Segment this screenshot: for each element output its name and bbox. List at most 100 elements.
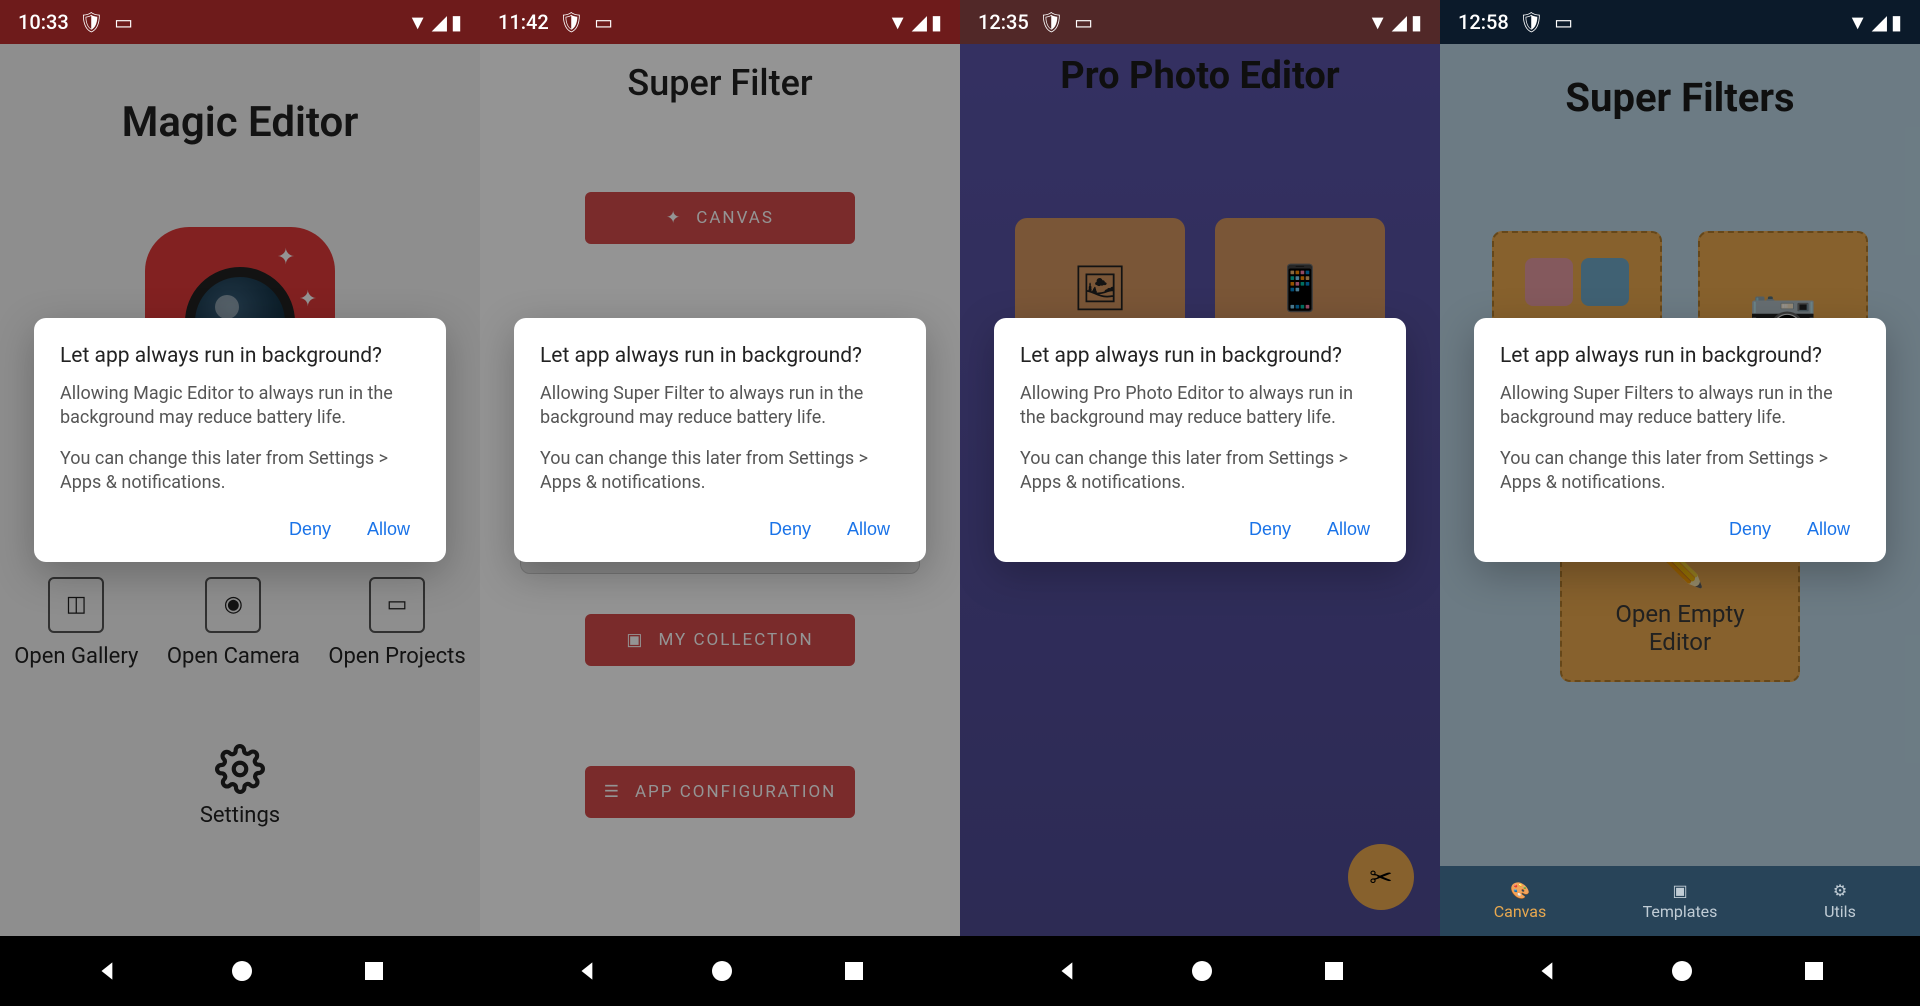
back-icon[interactable] xyxy=(1055,958,1081,984)
dialog-title: Let app always run in background? xyxy=(1500,344,1860,368)
item-label: Open Projects xyxy=(328,643,465,671)
button-label: APP CONFIGURATION xyxy=(635,782,836,802)
allow-button[interactable]: Allow xyxy=(843,511,894,548)
app-title: Super Filter xyxy=(480,62,960,104)
open-gallery-button[interactable]: ◫ Open Gallery xyxy=(14,577,138,671)
battery-icon: ▮ xyxy=(931,10,942,34)
signal-icon: ◢ xyxy=(1872,10,1887,34)
gallery-icon: ◫ xyxy=(48,577,104,633)
allow-button[interactable]: Allow xyxy=(363,511,414,548)
dialog-title: Let app always run in background? xyxy=(60,344,420,368)
home-icon[interactable] xyxy=(710,959,734,983)
nav-utils[interactable]: ⚙ Utils xyxy=(1760,866,1920,936)
status-bar: 12:58 🛡 ▭ ▼ ◢ ▮ xyxy=(1440,0,1920,44)
status-time: 10:33 xyxy=(18,10,69,34)
shield-icon: 🛡 xyxy=(1039,10,1064,34)
item-label: Open Gallery xyxy=(14,643,138,671)
permission-dialog: Let app always run in background? Allowi… xyxy=(1474,318,1886,562)
gallery-icon: 🖼 xyxy=(1072,262,1128,314)
tile-label: Open Empty Editor xyxy=(1582,600,1778,656)
home-icon[interactable] xyxy=(230,959,254,983)
battery-icon: ▮ xyxy=(1891,10,1902,34)
image-icon: ▣ xyxy=(626,630,644,650)
app-title: Magic Editor xyxy=(0,98,480,147)
android-nav-bar xyxy=(0,936,480,1006)
bottom-nav: 🎨 Canvas ▣ Templates ⚙ Utils xyxy=(1440,866,1920,936)
home-icon[interactable] xyxy=(1190,959,1214,983)
nav-templates[interactable]: ▣ Templates xyxy=(1600,866,1760,936)
android-nav-bar xyxy=(1440,936,1920,1006)
open-projects-button[interactable]: ▭ Open Projects xyxy=(328,577,465,671)
open-camera-button[interactable]: ◉ Open Camera xyxy=(167,577,300,671)
deny-button[interactable]: Deny xyxy=(285,511,335,548)
wifi-icon: ▼ xyxy=(888,10,908,35)
deny-button[interactable]: Deny xyxy=(1245,511,1295,548)
shield-icon: 🛡 xyxy=(559,10,584,34)
status-bar: 10:33 🛡 ▭ ▼ ◢ ▮ xyxy=(0,0,480,44)
recents-icon[interactable] xyxy=(1323,960,1345,982)
card-icon: ▭ xyxy=(1554,10,1573,34)
scissors-icon: ✂ xyxy=(1369,861,1392,894)
settings-button[interactable]: Settings xyxy=(0,741,480,828)
android-nav-bar xyxy=(480,936,960,1006)
button-label: MY COLLECTION xyxy=(658,630,813,650)
battery-icon: ▮ xyxy=(451,10,462,34)
permission-dialog: Let app always run in background? Allowi… xyxy=(994,318,1406,562)
button-label: CANVAS xyxy=(696,208,774,228)
nav-label: Canvas xyxy=(1494,902,1547,921)
deny-button[interactable]: Deny xyxy=(765,511,815,548)
card-icon: ▭ xyxy=(594,10,613,34)
status-time: 11:42 xyxy=(498,10,549,34)
shield-icon: 🛡 xyxy=(79,10,104,34)
dialog-title: Let app always run in background? xyxy=(1020,344,1380,368)
mini-icon xyxy=(1525,258,1573,306)
edit-fab[interactable]: ✂ xyxy=(1348,844,1414,910)
dialog-line-2: You can change this later from Settings … xyxy=(1500,447,1860,496)
nav-canvas[interactable]: 🎨 Canvas xyxy=(1440,866,1600,936)
allow-button[interactable]: Allow xyxy=(1323,511,1374,548)
back-icon[interactable] xyxy=(95,958,121,984)
touch-icon: 📱 xyxy=(1273,262,1328,314)
my-collection-button[interactable]: ▣ MY COLLECTION xyxy=(585,614,855,666)
android-nav-bar xyxy=(960,936,1440,1006)
item-label: Open Camera xyxy=(167,643,300,671)
dialog-line-1: Allowing Super Filters to always run in … xyxy=(1500,382,1860,431)
back-icon[interactable] xyxy=(1535,958,1561,984)
deny-button[interactable]: Deny xyxy=(1725,511,1775,548)
home-icon[interactable] xyxy=(1670,959,1694,983)
recents-icon[interactable] xyxy=(363,960,385,982)
back-icon[interactable] xyxy=(575,958,601,984)
signal-icon: ◢ xyxy=(1392,10,1407,34)
app-configuration-button[interactable]: ☰ APP CONFIGURATION xyxy=(585,766,855,818)
dialog-line-1: Allowing Pro Photo Editor to always run … xyxy=(1020,382,1380,431)
dialog-title: Let app always run in background? xyxy=(540,344,900,368)
dialog-line-1: Allowing Super Filter to always run in t… xyxy=(540,382,900,431)
wifi-icon: ▼ xyxy=(1368,10,1388,35)
allow-button[interactable]: Allow xyxy=(1803,511,1854,548)
status-bar: 12:35 🛡 ▭ ▼ ◢ ▮ xyxy=(960,0,1440,44)
mini-icon xyxy=(1581,258,1629,306)
sparkle-icon: ✦ xyxy=(666,208,682,228)
canvas-button[interactable]: ✦ CANVAS xyxy=(585,192,855,244)
dialog-line-2: You can change this later from Settings … xyxy=(540,447,900,496)
dialog-line-2: You can change this later from Settings … xyxy=(1020,447,1380,496)
projects-icon: ▭ xyxy=(369,577,425,633)
app-title: Pro Photo Editor xyxy=(960,54,1440,98)
app-title: Super Filters xyxy=(1440,74,1920,121)
status-time: 12:35 xyxy=(978,10,1029,34)
wifi-icon: ▼ xyxy=(1848,10,1868,35)
sliders-icon: ☰ xyxy=(604,782,621,802)
card-icon: ▭ xyxy=(1074,10,1093,34)
nav-label: Utils xyxy=(1824,902,1856,921)
card-icon: ▭ xyxy=(114,10,133,34)
signal-icon: ◢ xyxy=(432,10,447,34)
gear-icon: ⚙ xyxy=(1833,881,1847,900)
recents-icon[interactable] xyxy=(843,960,865,982)
recents-icon[interactable] xyxy=(1803,960,1825,982)
battery-icon: ▮ xyxy=(1411,10,1422,34)
image-icon: ▣ xyxy=(1672,881,1687,900)
signal-icon: ◢ xyxy=(912,10,927,34)
shield-icon: 🛡 xyxy=(1519,10,1544,34)
wifi-icon: ▼ xyxy=(408,10,428,35)
status-time: 12:58 xyxy=(1458,10,1509,34)
